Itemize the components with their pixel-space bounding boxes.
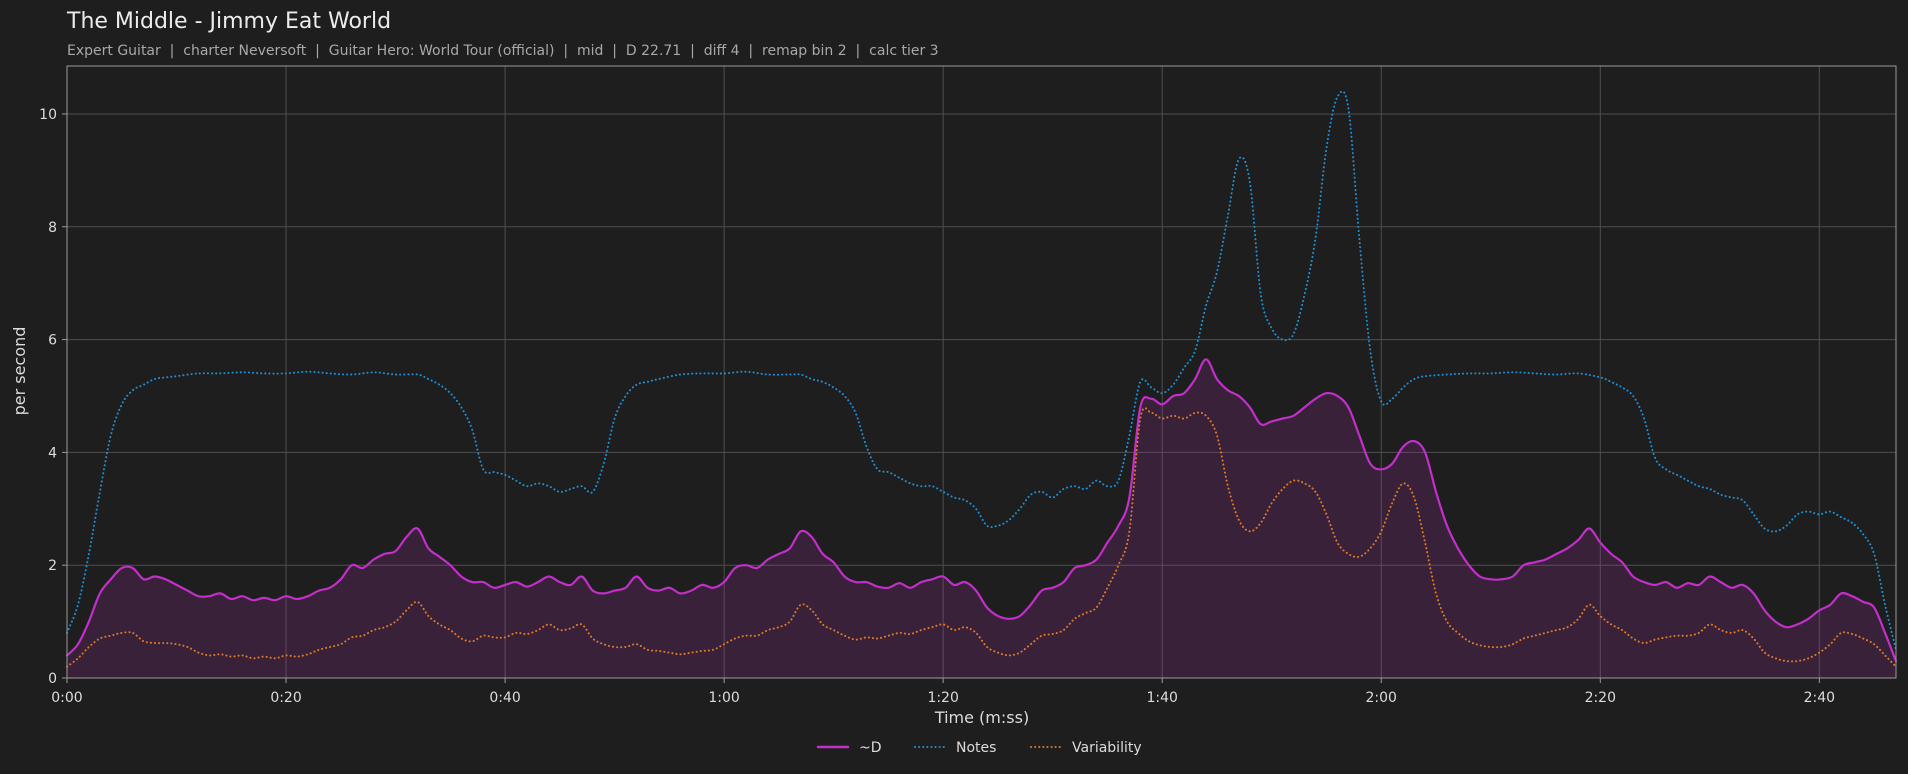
y-tick-label: 0 [48, 671, 57, 687]
legend: ~D Notes Variability [816, 740, 1142, 756]
x-tick-label: 2:20 [1585, 690, 1616, 706]
x-tick-label: 0:40 [489, 690, 520, 706]
x-tick-label: 0:00 [51, 690, 82, 706]
x-tick-label: 0:20 [270, 690, 301, 706]
y-axis-label: per second [10, 327, 29, 416]
chart: The Middle - Jimmy Eat World Expert Guit… [0, 0, 1908, 774]
y-tick-label: 4 [48, 445, 57, 461]
legend-label-notes: Notes [956, 740, 996, 756]
x-axis-label: Time (m:ss) [934, 708, 1029, 727]
chart-title: The Middle - Jimmy Eat World [66, 9, 391, 34]
y-tick-label: 8 [48, 220, 57, 236]
legend-label-d: ~D [859, 740, 882, 756]
y-tick-label: 6 [48, 333, 57, 349]
chart-subtitle: Expert Guitar | charter Neversoft | Guit… [67, 43, 939, 59]
x-tick-label: 1:40 [1146, 690, 1177, 706]
x-tick-label: 1:20 [927, 690, 958, 706]
x-tick-label: 2:40 [1804, 690, 1835, 706]
y-tick-label: 10 [39, 107, 57, 123]
legend-label-variability: Variability [1072, 740, 1142, 756]
y-tick-label: 2 [48, 558, 57, 574]
x-tick-label: 2:00 [1366, 690, 1397, 706]
x-tick-label: 1:00 [708, 690, 739, 706]
